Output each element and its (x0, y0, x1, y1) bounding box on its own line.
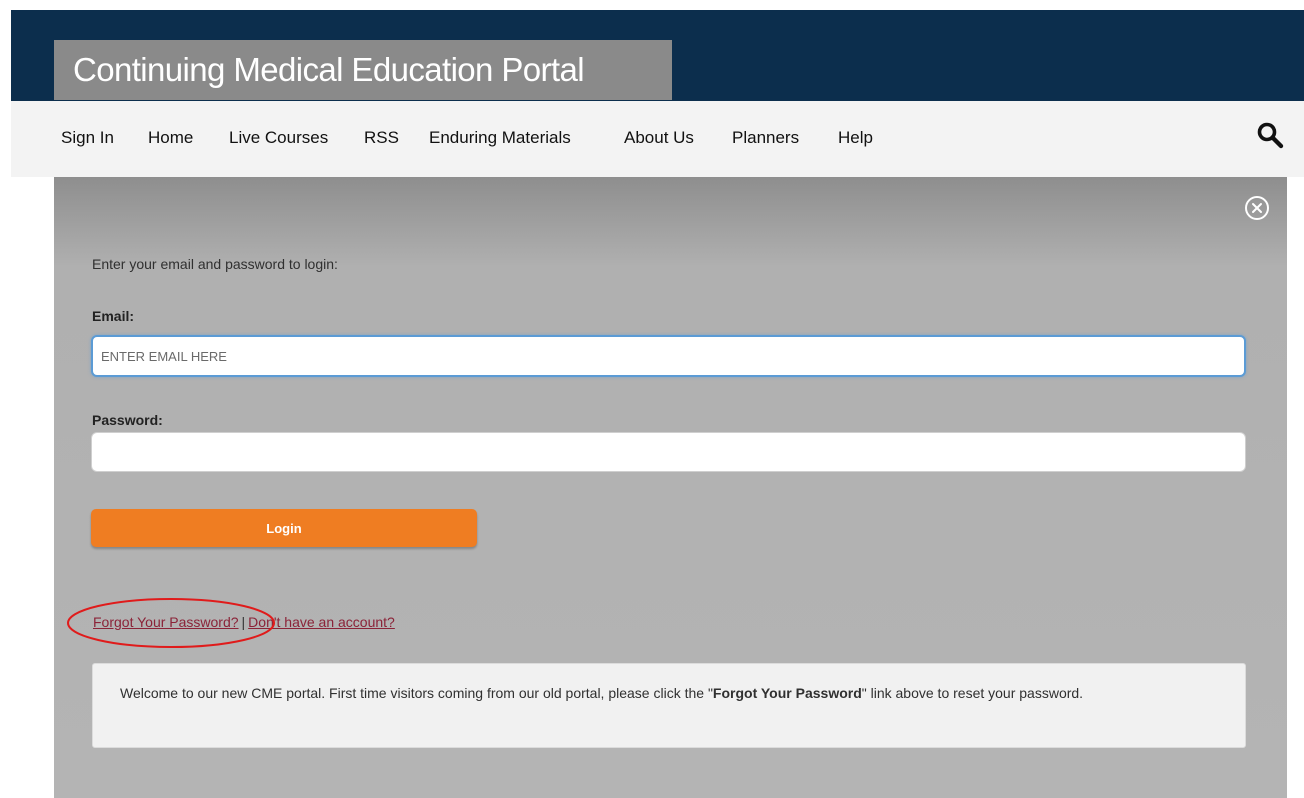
email-input[interactable] (91, 335, 1246, 377)
email-label: Email: (92, 308, 135, 324)
search-icon[interactable] (1256, 121, 1284, 149)
forgot-password-link[interactable]: Forgot Your Password? (93, 614, 239, 630)
password-label: Password: (92, 412, 163, 428)
notice-text-bold: Forgot Your Password (712, 685, 862, 701)
nav-planners[interactable]: Planners (732, 128, 799, 148)
site-title-box: Continuing Medical Education Portal (54, 40, 672, 100)
nav-enduring-materials[interactable]: Enduring Materials (429, 128, 571, 148)
close-icon[interactable] (1242, 193, 1272, 223)
notice-text-start: Welcome to our new CME portal. First tim… (120, 685, 713, 701)
create-account-link[interactable]: Don't have an account? (248, 614, 395, 630)
notice-text-end: " link above to reset your password. (861, 685, 1084, 701)
nav-help[interactable]: Help (838, 128, 873, 148)
link-separator: | (241, 614, 246, 630)
site-title: Continuing Medical Education Portal (73, 51, 585, 88)
account-links: Forgot Your Password? | Don't have an acco… (93, 614, 395, 630)
nav-sign-in[interactable]: Sign In (61, 128, 114, 148)
nav-about-us[interactable]: About Us (624, 128, 694, 148)
welcome-notice: Welcome to our new CME portal. First tim… (92, 663, 1246, 748)
nav-rss[interactable]: RSS (364, 128, 399, 148)
password-input[interactable] (91, 432, 1246, 472)
login-button[interactable]: Login (91, 509, 477, 547)
nav-home[interactable]: Home (148, 128, 193, 148)
login-instructions: Enter your email and password to login: (92, 256, 338, 272)
nav-live-courses[interactable]: Live Courses (229, 128, 328, 148)
